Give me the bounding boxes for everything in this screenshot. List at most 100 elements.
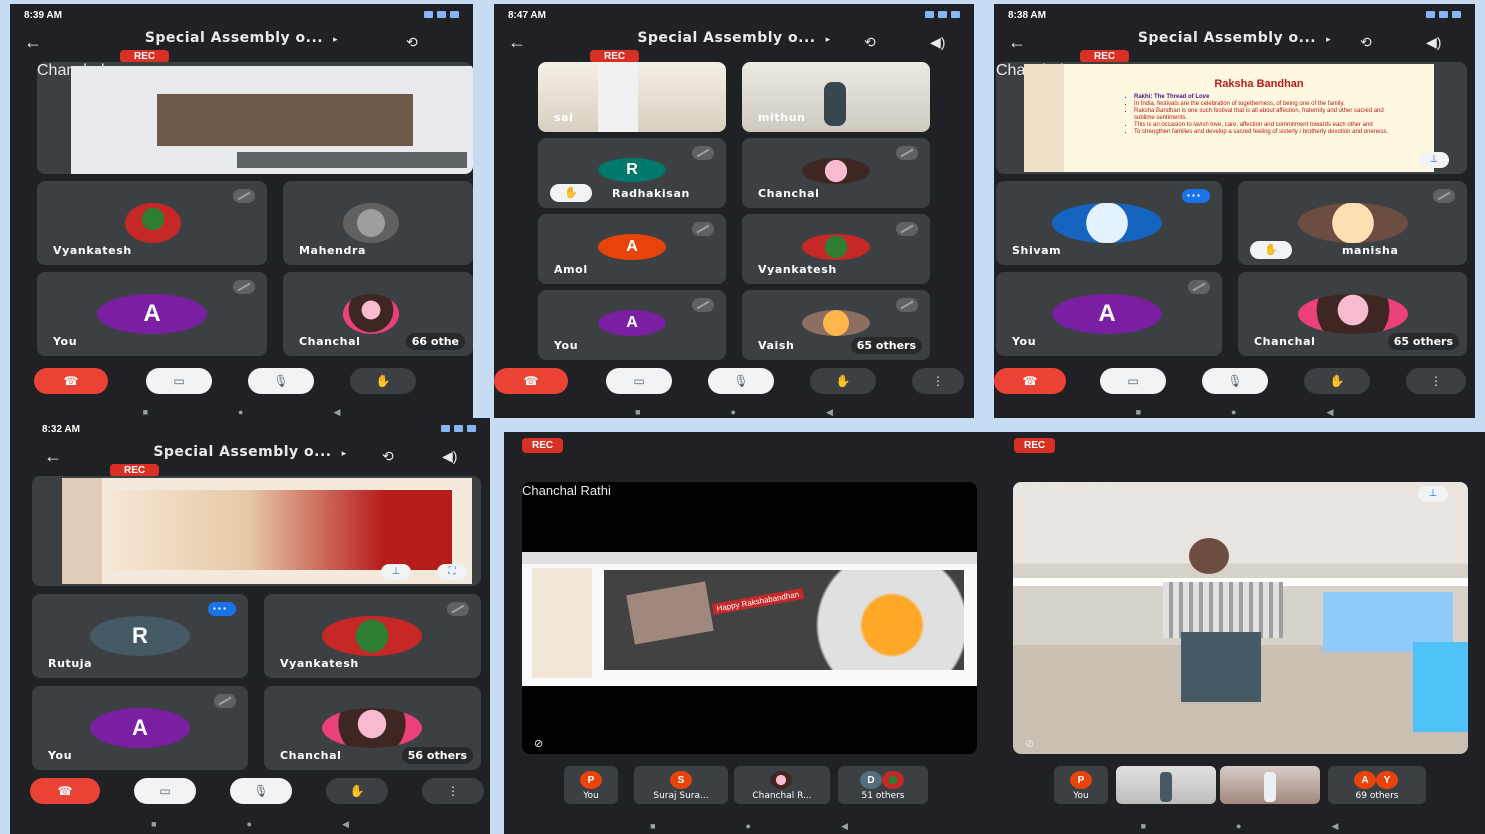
others-count[interactable]: 65 others: [850, 337, 922, 354]
back-nav-icon[interactable]: ◀: [826, 407, 833, 418]
filmstrip-tile[interactable]: [1116, 766, 1216, 804]
back-nav-icon[interactable]: ◀: [1331, 821, 1338, 832]
mic-toggle-button[interactable]: 🎙: [1202, 368, 1268, 394]
filmstrip-tile[interactable]: P You: [564, 766, 618, 804]
end-call-button[interactable]: ☎: [34, 368, 108, 394]
filmstrip-tile[interactable]: P You: [1054, 766, 1108, 804]
slide-title: Raksha Bandhan: [1214, 78, 1304, 90]
mic-toggle-button[interactable]: 🎙: [708, 368, 774, 394]
home-nav-icon[interactable]: ●: [1231, 407, 1236, 417]
meeting-title[interactable]: Special Assembly o... ▸: [10, 30, 473, 46]
more-options-button[interactable]: ⋮: [912, 368, 964, 394]
participant-tile[interactable]: Chanchal: [742, 138, 930, 208]
presentation-tile[interactable]: ⊥ ⛶: [32, 476, 481, 586]
mic-toggle-button[interactable]: 🎙: [230, 778, 292, 804]
meeting-title[interactable]: Special Assembly o... ▸: [994, 30, 1475, 46]
back-nav-icon[interactable]: ◀: [342, 819, 349, 830]
avatar: [802, 158, 870, 184]
participant-tile[interactable]: ✋ manisha: [1238, 181, 1467, 265]
back-nav-icon[interactable]: ◀: [841, 821, 848, 832]
participant-tile[interactable]: Vyankatesh: [37, 181, 267, 265]
home-nav-icon[interactable]: ●: [731, 407, 736, 417]
camera-toggle-button[interactable]: ▭: [146, 368, 212, 394]
others-count[interactable]: 65 others: [1387, 333, 1459, 350]
participant-tile[interactable]: sai: [538, 62, 726, 132]
home-nav-icon[interactable]: ●: [746, 821, 751, 831]
back-nav-icon[interactable]: ◀: [333, 407, 340, 418]
back-nav-icon[interactable]: ◀: [1326, 407, 1333, 418]
avatar: [882, 771, 904, 789]
presentation-tile[interactable]: Happy Rakshabandhan ⊘ Chanchal Rathi: [522, 482, 977, 754]
filmstrip-tile[interactable]: Chanchal R...: [734, 766, 830, 804]
more-options-button[interactable]: ⋮: [422, 778, 484, 804]
recents-nav-icon[interactable]: ■: [650, 821, 655, 831]
status-time: 8:39 AM: [24, 9, 62, 21]
participant-tile[interactable]: mithun: [742, 62, 930, 132]
participant-tile[interactable]: Shivam: [996, 181, 1222, 265]
participant-tile[interactable]: Chanchal 56 others: [264, 686, 481, 770]
participant-name: Radhakisan: [612, 187, 690, 200]
meeting-title[interactable]: Special Assembly o... ▸: [494, 30, 974, 46]
avatar: [343, 294, 399, 334]
participant-tile[interactable]: R ✋ Radhakisan: [538, 138, 726, 208]
camera-flip-icon[interactable]: ⟲: [406, 34, 418, 51]
presentation-tile[interactable]: Chanchal: [37, 62, 473, 174]
filmstrip-tile[interactable]: [1220, 766, 1320, 804]
others-count[interactable]: 56 others: [401, 747, 473, 764]
recents-nav-icon[interactable]: ■: [1141, 821, 1146, 831]
participant-tile[interactable]: A You: [996, 272, 1222, 356]
participant-tile[interactable]: Mahendra: [283, 181, 473, 265]
pin-icon[interactable]: ⊥: [381, 564, 411, 580]
recents-nav-icon[interactable]: ■: [151, 819, 156, 829]
slide-bullet: To strengthen families and develop a sac…: [1134, 129, 1394, 136]
recents-nav-icon[interactable]: ■: [143, 407, 148, 417]
recents-nav-icon[interactable]: ■: [635, 407, 640, 417]
mic-toggle-button[interactable]: 🎙: [248, 368, 314, 394]
participant-name: Chanchal: [280, 749, 342, 762]
speaker-icon[interactable]: ◀): [930, 34, 945, 51]
camera-toggle-button[interactable]: ▭: [1100, 368, 1166, 394]
participant-tile[interactable]: Chanchal 66 othe: [283, 272, 473, 356]
camera-toggle-button[interactable]: ▭: [134, 778, 196, 804]
participant-tile[interactable]: Vyankatesh: [264, 594, 481, 678]
more-options-button[interactable]: ⋮: [1406, 368, 1466, 394]
presentation-tile[interactable]: Raksha Bandhan Rakhi: The Thread of Love…: [996, 62, 1467, 174]
home-nav-icon[interactable]: ●: [238, 407, 243, 417]
speaker-icon[interactable]: ◀): [1426, 34, 1441, 51]
speaker-icon[interactable]: ◀): [442, 448, 457, 465]
participant-tile[interactable]: R Rutuja: [32, 594, 248, 678]
participant-tile[interactable]: A You: [32, 686, 248, 770]
participant-tile[interactable]: Vyankatesh: [742, 214, 930, 284]
raise-hand-button[interactable]: ✋: [326, 778, 388, 804]
raise-hand-button[interactable]: ✋: [350, 368, 416, 394]
pin-icon[interactable]: ⊥: [1418, 486, 1448, 502]
others-count[interactable]: 66 othe: [405, 333, 465, 350]
camera-flip-icon[interactable]: ⟲: [864, 34, 876, 51]
end-call-button[interactable]: ☎: [994, 368, 1066, 394]
end-call-button[interactable]: ☎: [30, 778, 100, 804]
raise-hand-button[interactable]: ✋: [1304, 368, 1370, 394]
participant-name: Shivam: [1012, 244, 1062, 257]
participant-tile[interactable]: A You: [538, 290, 726, 360]
filmstrip-tile[interactable]: A Y 69 others: [1328, 766, 1426, 804]
filmstrip-tile[interactable]: S Suraj Sura...: [634, 766, 728, 804]
participant-tile[interactable]: Chanchal 65 others: [1238, 272, 1467, 356]
home-nav-icon[interactable]: ●: [247, 819, 252, 829]
pin-icon[interactable]: ⊥: [1419, 152, 1449, 168]
participant-tile[interactable]: A You: [37, 272, 267, 356]
meeting-header: ← Special Assembly o... ▸ REC ⟲ ◀): [10, 440, 490, 477]
filmstrip-tile[interactable]: D 51 others: [838, 766, 928, 804]
camera-toggle-button[interactable]: ▭: [606, 368, 672, 394]
fullscreen-icon[interactable]: ⛶: [437, 564, 467, 580]
participant-tile[interactable]: Vaish 65 others: [742, 290, 930, 360]
raise-hand-button[interactable]: ✋: [810, 368, 876, 394]
participant-tile[interactable]: A Amol: [538, 214, 726, 284]
camera-flip-icon[interactable]: ⟲: [382, 448, 394, 465]
meeting-title[interactable]: Special Assembly o... ▸: [10, 444, 490, 460]
end-call-button[interactable]: ☎: [494, 368, 568, 394]
recents-nav-icon[interactable]: ■: [1136, 407, 1141, 417]
main-video-tile[interactable]: ⊥ ⊘ Radhakisan Jadhav: [1013, 482, 1468, 754]
participant-name: You: [53, 335, 78, 348]
camera-flip-icon[interactable]: ⟲: [1360, 34, 1372, 51]
home-nav-icon[interactable]: ●: [1236, 821, 1241, 831]
